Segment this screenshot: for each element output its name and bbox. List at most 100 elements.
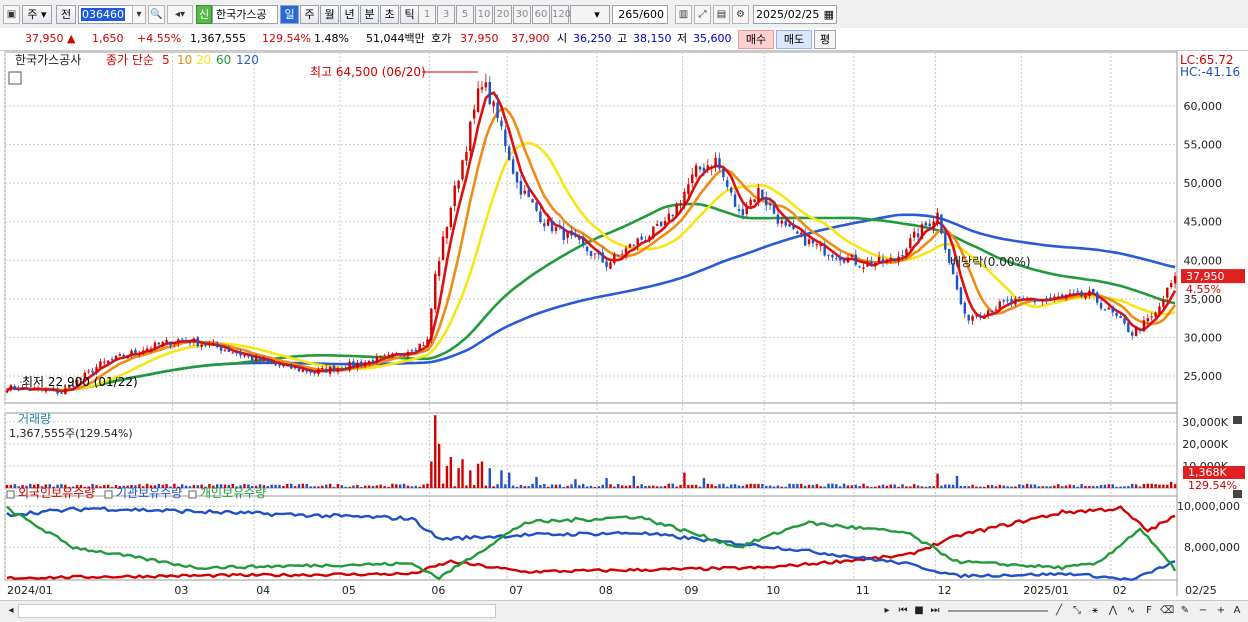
pattern-tool-icon[interactable]: ⚹ [1088,603,1102,619]
candle-body [262,359,266,361]
period-tab-2[interactable]: 월 [320,5,339,24]
draw-tool-icon[interactable]: ⤡ [1070,603,1084,619]
volume-bar [800,483,803,488]
wave-icon[interactable]: ∿ [1124,603,1138,619]
minute-step-20[interactable]: 20 [494,5,512,24]
volume-bar [932,486,935,488]
volume-bar [488,468,491,488]
window-icon[interactable]: ▣ [3,5,20,24]
candle-body [578,236,581,240]
minute-step-30[interactable]: 30 [513,5,531,24]
eval-button[interactable]: 평 [814,30,836,49]
candle-body [64,388,67,395]
font-size-icon[interactable]: A [1230,603,1244,619]
volume-bar [636,485,639,488]
count-input[interactable]: 265/600 [612,5,668,24]
candle-body [1107,307,1111,310]
scroll-right-icon[interactable]: ▸ [880,603,894,619]
date-input[interactable]: 2025/02/25 ▦ [753,5,837,24]
volume-bar [293,486,297,488]
panel-close-icon [1233,416,1242,424]
calendar-icon[interactable]: ▦ [824,6,834,23]
volume-bar [196,485,199,488]
candle-body [1146,318,1150,322]
speaker-icon[interactable]: ◂▾ [167,5,193,24]
volume-bar [332,486,336,488]
candle-body [726,180,729,187]
volume-value: 1,367,555주(129.54%) [9,427,133,440]
save-icon[interactable]: ▤ [713,5,730,24]
period-tab-5[interactable]: 초 [380,5,399,24]
gear-icon[interactable]: ⚙ [732,5,749,24]
candle-body [1010,298,1013,303]
stop-icon[interactable]: ■ [912,603,926,619]
zigzag-icon[interactable]: ⋀ [1106,603,1120,619]
candle-body [714,157,717,167]
candle-body [667,213,671,221]
market-type-select[interactable]: 주 ▾ [22,5,52,24]
candle-body [881,258,885,263]
candle-body [784,220,787,226]
pen-icon[interactable]: ✎ [1178,603,1192,619]
candle-body [492,101,495,107]
volume-bar [348,486,351,488]
minute-step-5[interactable]: 5 [456,5,474,24]
fibonacci-icon[interactable]: Ϝ [1142,603,1156,619]
volume-bar [819,486,822,488]
zoom-slider[interactable] [948,610,1048,612]
x-tick-label: 07 [509,584,523,597]
search-icon[interactable]: 🔍 [148,5,165,24]
ask-price: 37,950 [460,32,499,45]
candle-body [772,205,776,214]
bottom-scrollbar[interactable]: ◂ ▸ ⏮ ■ ⏭ ╱ ⤡ ⚹ ⋀ ∿ Ϝ ⌫ ✎ − + A [0,600,1248,622]
volume-bar [714,485,717,488]
last-page-icon[interactable]: ⏭ [928,603,942,619]
volume-bar [99,486,102,488]
candle-icon[interactable]: ▥ [675,5,692,24]
volume-bar [1169,481,1173,488]
minute-step-60[interactable]: 60 [532,5,550,24]
candle-body [243,355,246,357]
minute-custom-select[interactable]: ▾ [570,5,610,24]
volume-bar [430,461,433,488]
scroll-left-icon[interactable]: ◂ [4,603,18,619]
period-tab-0[interactable]: 일 [280,5,299,24]
low-label: 저 [677,32,688,45]
candle-body [1158,306,1161,314]
volume-bar [434,415,437,488]
scroll-track[interactable] [18,604,496,618]
volume-bar [13,484,16,488]
candle-body [706,165,710,170]
candle-body [691,174,694,184]
first-page-icon[interactable]: ⏮ [896,603,910,619]
period-tab-3[interactable]: 년 [340,5,359,24]
candle-body [628,244,632,248]
volume-bars: 30,000K20,000K10,000K [5,415,1229,488]
eraser-icon[interactable]: ⌫ [1160,603,1174,619]
minute-step-120[interactable]: 120 [551,5,571,24]
candle-body [130,350,133,356]
period-tab-6[interactable]: 틱 [400,5,419,24]
volume-bar [325,484,328,488]
volume-bar [983,486,986,488]
code-dropdown-icon[interactable]: ▾ [132,5,146,24]
zoom-in-icon[interactable]: + [1214,603,1228,619]
line-tool-icon[interactable]: ╱ [1052,603,1066,619]
candle-body [932,221,935,229]
zoom-out-icon[interactable]: − [1196,603,1210,619]
buy-button[interactable]: 매수 [738,30,774,49]
period-tab-4[interactable]: 분 [360,5,379,24]
minute-step-1[interactable]: 1 [418,5,436,24]
period-tab-1[interactable]: 주 [300,5,319,24]
volume-bar [402,483,406,488]
candle-body [1064,295,1068,299]
sell-button[interactable]: 매도 [776,30,812,49]
volume-bar [1037,486,1040,488]
volume-bar [749,483,752,488]
prev-button[interactable]: 전 [56,5,76,24]
volume-bar [457,468,460,488]
expand-icon[interactable]: ⤢ [694,5,711,24]
minute-step-3[interactable]: 3 [437,5,455,24]
candle-body [523,190,527,194]
minute-step-10[interactable]: 10 [475,5,493,24]
